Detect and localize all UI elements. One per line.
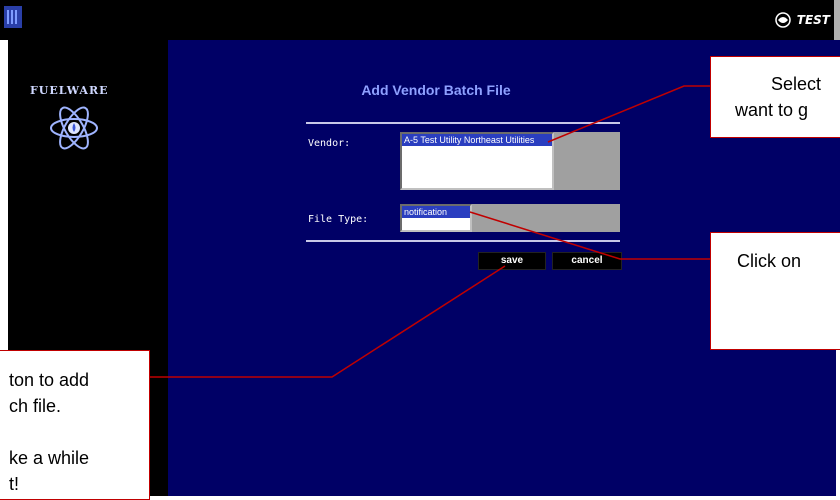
divider	[306, 122, 620, 124]
swirl-logo-icon	[775, 12, 791, 28]
save-note-callout: ton to add ch file. ke a while t!	[0, 350, 150, 500]
environment-label: TEST	[796, 13, 830, 27]
click-on-callout: Click on	[710, 232, 840, 350]
window-edge	[834, 0, 840, 40]
callout-text	[9, 419, 149, 445]
callout-text: Click on	[737, 251, 802, 271]
select-vendor-callout: Select want to g	[710, 56, 840, 138]
save-button[interactable]: save	[478, 252, 546, 270]
cancel-button[interactable]: cancel	[552, 252, 622, 270]
environment-badge: TEST	[775, 12, 830, 28]
brand-name: FUELWARE	[30, 84, 109, 97]
vendor-option-selected[interactable]: A-5 Test Utility Northeast Utilities	[402, 134, 552, 146]
file-type-label: File Type:	[308, 214, 369, 225]
vendor-listbox[interactable]: A-5 Test Utility Northeast Utilities	[400, 132, 554, 190]
callout-text: Select	[771, 74, 822, 94]
divider	[306, 240, 620, 242]
vendor-label: Vendor:	[308, 138, 351, 149]
page-title: Add Vendor Batch File	[361, 82, 511, 98]
app-logo-icon[interactable]	[4, 6, 22, 28]
file-type-option-selected[interactable]: notification	[402, 206, 470, 218]
callout-text: ke a while	[9, 448, 90, 468]
file-type-listbox[interactable]: notification	[400, 204, 472, 232]
atom-logo-icon	[50, 106, 98, 150]
callout-text: ch file.	[9, 396, 62, 416]
callout-text: want to g	[735, 100, 809, 120]
callout-text: ton to add	[9, 370, 90, 390]
top-bar: TEST	[0, 0, 840, 40]
callout-text: t!	[9, 474, 20, 494]
